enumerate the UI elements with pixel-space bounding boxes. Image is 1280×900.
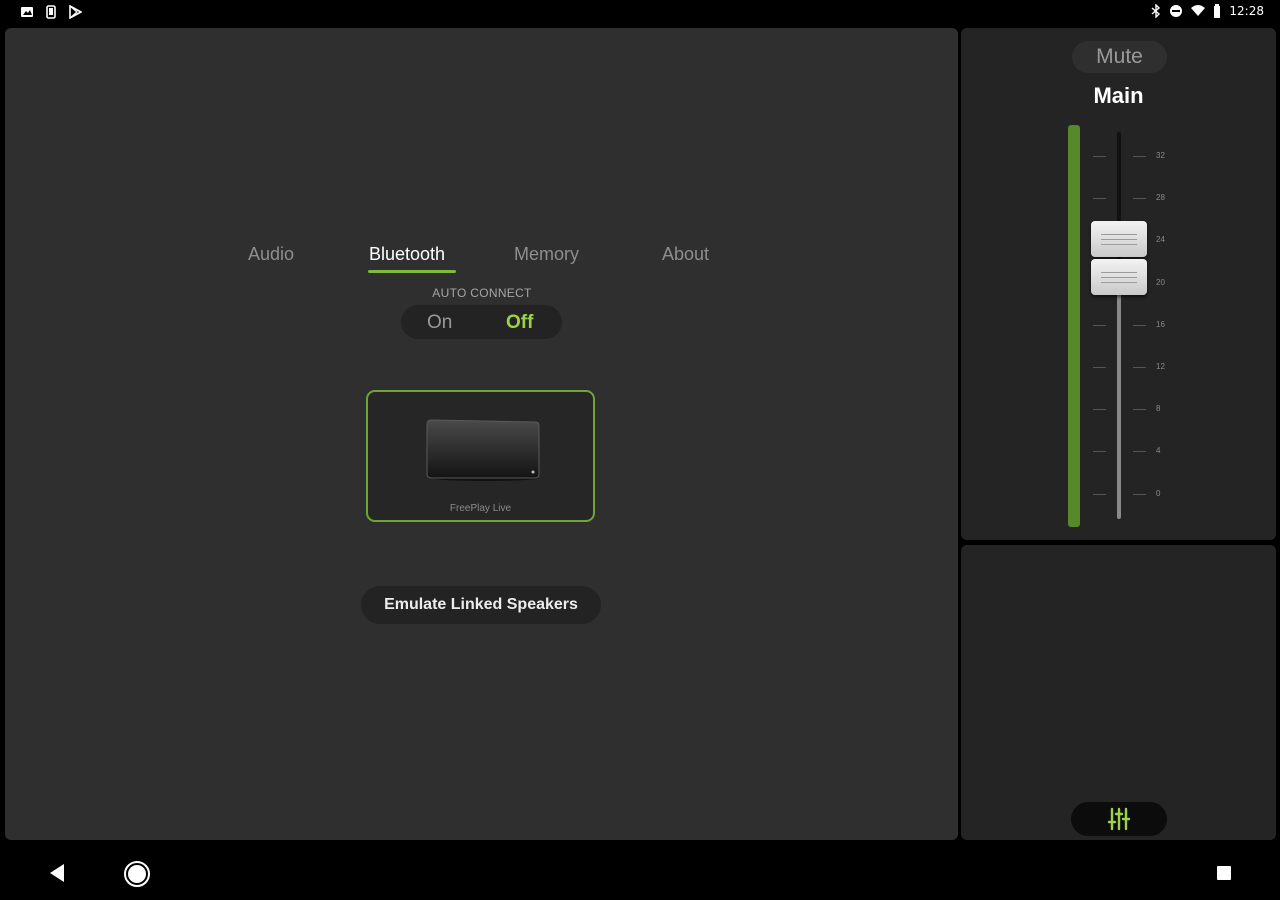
scale-tick: [1133, 451, 1146, 452]
equalizer-icon: [1107, 807, 1131, 831]
fader-knob[interactable]: [1091, 221, 1147, 257]
fader-knob-secondary[interactable]: [1091, 259, 1147, 295]
scale-label: 20: [1156, 278, 1165, 287]
fader-track-fill: [1117, 261, 1121, 519]
scale-tick: [1093, 156, 1106, 157]
knob-grip-line: [1101, 244, 1137, 245]
battery-icon: [1214, 4, 1221, 18]
status-bar: 12:28: [0, 0, 1280, 26]
tab-memory[interactable]: Memory: [514, 244, 579, 265]
scale-tick: [1133, 198, 1146, 199]
scale-tick: [1093, 409, 1106, 410]
recents-icon[interactable]: [1216, 865, 1232, 881]
wifi-icon: [1191, 5, 1206, 16]
phone-notification-icon: [46, 5, 56, 19]
auto-connect-toggle[interactable]: On Off: [401, 305, 562, 339]
channel-name: Main: [1093, 83, 1144, 108]
auto-connect-label: AUTO CONNECT: [432, 286, 532, 300]
eq-panel: [961, 545, 1276, 840]
scale-tick: [1133, 367, 1146, 368]
auto-connect-on-option[interactable]: On: [427, 312, 452, 334]
scale-tick: [1093, 494, 1106, 495]
scale-label: 24: [1156, 235, 1165, 244]
scale-label: 4: [1156, 446, 1161, 455]
image-notification-icon: [21, 7, 33, 17]
scale-tick: [1133, 494, 1146, 495]
scale-label: 32: [1156, 151, 1165, 160]
scale-label: 16: [1156, 320, 1165, 329]
mixer-panel: Mute Main 32 28 24 20 16 12 8 4 0: [961, 28, 1276, 540]
knob-grip-line: [1101, 239, 1137, 240]
do-not-disturb-icon: [1170, 5, 1183, 17]
speaker-name: FreePlay Live: [449, 503, 512, 514]
notification-icons: [20, 5, 82, 19]
scale-tick: [1133, 409, 1146, 410]
speaker-image: [426, 419, 540, 481]
knob-grip-line: [1101, 282, 1137, 283]
scale-label: 28: [1156, 193, 1165, 202]
navigation-bar: [0, 844, 1280, 900]
tab-bluetooth[interactable]: Bluetooth: [369, 244, 445, 265]
back-icon[interactable]: [48, 863, 66, 883]
speaker-card[interactable]: FreePlay Live: [366, 390, 595, 522]
active-tab-indicator: [368, 270, 456, 273]
scale-tick: [1093, 367, 1106, 368]
play-store-icon: [69, 5, 82, 19]
tab-about[interactable]: About: [662, 244, 709, 265]
scale-label: 0: [1156, 489, 1161, 498]
bluetooth-icon: [1151, 4, 1161, 18]
scale-tick: [1133, 156, 1146, 157]
scale-tick: [1133, 325, 1146, 326]
level-meter-fill: [1068, 125, 1080, 527]
knob-grip-line: [1101, 277, 1137, 278]
knob-grip-line: [1101, 272, 1137, 273]
clock: 12:28: [1229, 4, 1264, 18]
scale-tick: [1093, 198, 1106, 199]
mute-button[interactable]: Mute: [1072, 41, 1167, 73]
scale-tick: [1093, 325, 1106, 326]
emulate-linked-speakers-button[interactable]: Emulate Linked Speakers: [361, 586, 601, 624]
level-meter: [1068, 125, 1080, 527]
scale-label: 12: [1156, 362, 1165, 371]
tab-audio[interactable]: Audio: [248, 244, 294, 265]
scale-tick: [1093, 451, 1106, 452]
scale-label: 8: [1156, 404, 1161, 413]
home-icon[interactable]: [123, 860, 151, 888]
system-icons: 12:28: [1151, 4, 1264, 18]
equalizer-button[interactable]: [1071, 802, 1167, 836]
knob-grip-line: [1101, 234, 1137, 235]
fader-track[interactable]: [1117, 132, 1121, 519]
auto-connect-off-option[interactable]: Off: [506, 312, 533, 334]
